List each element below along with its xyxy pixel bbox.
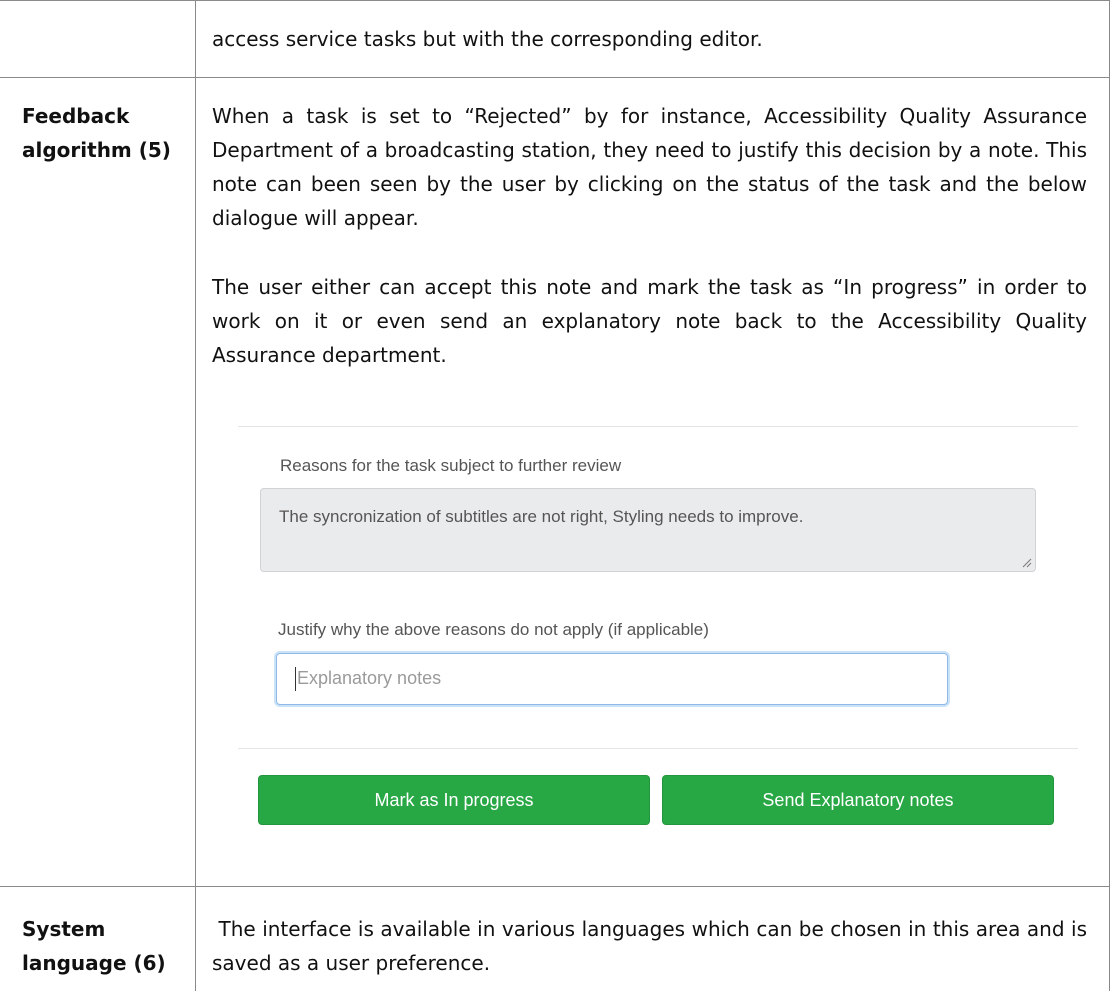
column-divider [195,0,196,991]
top-row-content: access service tasks but with the corres… [212,27,763,51]
resize-grip-icon[interactable] [1022,558,1032,568]
system-language-label-line2: language (6) [22,951,166,975]
feedback-label: Feedback algorithm (5) [22,99,171,167]
feedback-paragraph-2: The user either can accept this note and… [212,275,1087,367]
dialog-top-divider [238,426,1078,427]
feedback-paragraph-1: When a task is set to “Rejected” by for … [212,104,1087,230]
table-top-border [0,0,1110,1]
explanatory-notes-input[interactable]: Explanatory notes [276,653,948,705]
send-explanatory-notes-button[interactable]: Send Explanatory notes [662,775,1054,825]
text-caret [295,667,296,691]
review-dialog: Reasons for the task subject to further … [238,426,1078,836]
reasons-label: Reasons for the task subject to further … [280,456,622,475]
system-language-label-line1: System [22,917,106,941]
row-divider-1 [0,77,1110,78]
dialog-bottom-divider [238,748,1078,749]
justify-label: Justify why the above reasons do not app… [278,620,709,639]
reasons-text: The syncronization of subtitles are not … [279,507,804,526]
feedback-label-line2: algorithm (5) [22,138,171,162]
notes-placeholder: Explanatory notes [297,668,442,688]
system-language-label: System language (6) [22,912,166,980]
reasons-textarea[interactable]: The syncronization of subtitles are not … [260,488,1036,572]
feedback-label-line1: Feedback [22,104,130,128]
row-divider-2 [0,886,1110,887]
document-table: access service tasks but with the corres… [0,0,1110,991]
system-language-content: The interface is available in various la… [212,917,1094,975]
mark-in-progress-button[interactable]: Mark as In progress [258,775,650,825]
